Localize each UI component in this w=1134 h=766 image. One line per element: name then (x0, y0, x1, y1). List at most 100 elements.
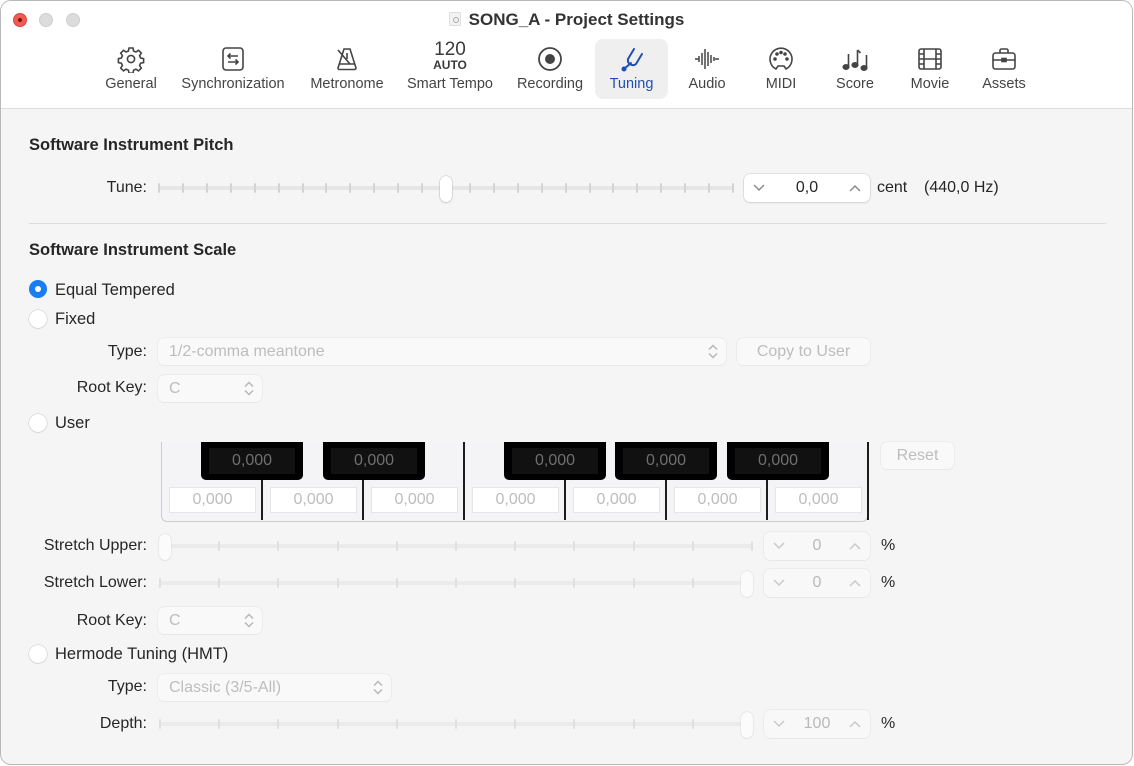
tab-metronome[interactable]: Metronome (301, 39, 393, 99)
black-key-field[interactable]: 0,000 (209, 448, 295, 474)
black-key-field[interactable]: 0,000 (623, 448, 709, 474)
depth-slider[interactable] (159, 712, 753, 738)
hermode-type-popup[interactable]: Classic (3/5-All) (158, 674, 391, 701)
user-label[interactable]: User (55, 414, 90, 433)
equal-tempered-label[interactable]: Equal Tempered (55, 281, 175, 300)
slider-tick (395, 578, 398, 588)
slider-thumb[interactable] (440, 176, 452, 202)
stretch-upper-value[interactable]: 0 (813, 537, 822, 555)
tab-assets[interactable]: Assets (973, 39, 1035, 99)
slider-tick (205, 183, 208, 193)
hermode-label[interactable]: Hermode Tuning (HMT) (55, 645, 228, 664)
slider-tick (301, 183, 304, 193)
slider-tick (395, 541, 398, 551)
stretch-lower-percent: % (881, 574, 896, 591)
waveform-icon (695, 49, 719, 69)
tab-midi[interactable]: MIDI (750, 39, 812, 99)
hermode-type-value: Classic (3/5-All) (169, 679, 282, 696)
hermode-type-label: Type: (107, 678, 147, 695)
white-key-field[interactable]: 0,000 (169, 487, 256, 513)
fixed-root-key-popup[interactable]: C (158, 375, 262, 402)
music-notes-icon (842, 49, 868, 71)
pitch-heading: Software Instrument Pitch (29, 136, 234, 154)
slider-tick (158, 183, 160, 193)
sync-arrows-icon (222, 47, 244, 71)
fixed-label[interactable]: Fixed (55, 310, 95, 329)
stretch-lower-label: Stretch Lower: (43, 574, 147, 591)
decrement-arrow-icon[interactable] (772, 576, 786, 590)
tab-general-label: General (105, 76, 157, 92)
depth-stepper[interactable]: 100 (764, 710, 870, 738)
radio-user[interactable] (29, 414, 47, 432)
stretch-lower-slider[interactable] (159, 571, 753, 597)
tab-audio-label: Audio (688, 76, 726, 92)
radio-equal-tempered[interactable] (29, 280, 47, 298)
black-key-field[interactable]: 0,000 (735, 448, 821, 474)
tuning-pane: Software Instrument Pitch Tune: 0,0 cent… (1, 109, 1132, 764)
tune-stepper[interactable]: 0,0 (744, 174, 870, 202)
black-key: 0,000 (323, 442, 425, 480)
updown-chevron-icon (708, 344, 718, 359)
stretch-upper-slider[interactable] (159, 534, 753, 560)
tune-slider[interactable] (158, 176, 734, 202)
slider-tick (514, 541, 517, 551)
slider-thumb[interactable] (741, 712, 753, 738)
increment-arrow-icon[interactable] (848, 539, 862, 553)
radio-fixed[interactable] (29, 310, 47, 328)
tempo-auto-label: AUTO (433, 58, 467, 72)
tab-metronome-label: Metronome (310, 76, 384, 92)
white-key-field[interactable]: 0,000 (674, 487, 761, 513)
tab-smart-tempo[interactable]: 120 AUTO Smart Tempo (399, 39, 501, 99)
stretch-lower-value[interactable]: 0 (813, 574, 822, 592)
tab-synchronization-label: Synchronization (181, 76, 285, 92)
tuning-fork-icon (621, 48, 643, 72)
slider-thumb[interactable] (159, 534, 171, 560)
stretch-upper-stepper[interactable]: 0 (764, 532, 870, 560)
title-bar: SONG_A - Project Settings General Synchr… (1, 1, 1132, 109)
tab-score-label: Score (836, 76, 874, 92)
white-key-field[interactable]: 0,000 (775, 487, 862, 513)
decrement-arrow-icon[interactable] (752, 181, 766, 195)
slider-tick (395, 719, 398, 729)
tab-movie[interactable]: Movie (898, 39, 962, 99)
slider-tick (336, 541, 339, 551)
slider-tick (277, 183, 280, 193)
tab-synchronization[interactable]: Synchronization (171, 39, 295, 99)
tune-value[interactable]: 0,0 (796, 179, 818, 197)
decrement-arrow-icon[interactable] (772, 539, 786, 553)
window-title-text: SONG_A - Project Settings (468, 10, 685, 29)
window-title: SONG_A - Project Settings (1, 10, 1132, 30)
scale-heading: Software Instrument Scale (29, 241, 237, 259)
tab-general[interactable]: General (99, 39, 163, 99)
tab-tuning[interactable]: Tuning (595, 39, 668, 99)
white-key-field[interactable]: 0,000 (270, 487, 357, 513)
increment-arrow-icon[interactable] (848, 576, 862, 590)
slider-thumb[interactable] (741, 571, 753, 597)
tab-recording[interactable]: Recording (509, 39, 591, 99)
slider-tick (660, 183, 663, 193)
white-key-field[interactable]: 0,000 (371, 487, 458, 513)
depth-value[interactable]: 100 (804, 715, 831, 733)
slider-tick (632, 578, 635, 588)
tab-audio[interactable]: Audio (676, 39, 738, 99)
user-root-key-value: C (169, 612, 181, 629)
slider-tick (373, 183, 376, 193)
stretch-lower-stepper[interactable]: 0 (764, 569, 870, 597)
slider-tick (159, 578, 161, 588)
copy-to-user-button[interactable]: Copy to User (737, 338, 870, 365)
increment-arrow-icon[interactable] (848, 181, 862, 195)
increment-arrow-icon[interactable] (848, 717, 862, 731)
slider-tick (492, 183, 495, 193)
user-root-key-popup[interactable]: C (158, 607, 262, 634)
black-key-field[interactable]: 0,000 (512, 448, 598, 474)
radio-hermode[interactable] (29, 645, 47, 663)
white-key-field[interactable]: 0,000 (573, 487, 660, 513)
fixed-type-popup[interactable]: 1/2-comma meantone (158, 338, 726, 365)
reset-button[interactable]: Reset (881, 442, 954, 469)
decrement-arrow-icon[interactable] (772, 717, 786, 731)
slider-tick (691, 578, 694, 588)
black-key: 0,000 (201, 442, 303, 480)
white-key-field[interactable]: 0,000 (472, 487, 559, 513)
tab-score[interactable]: Score (824, 39, 886, 99)
black-key-field[interactable]: 0,000 (331, 448, 417, 474)
